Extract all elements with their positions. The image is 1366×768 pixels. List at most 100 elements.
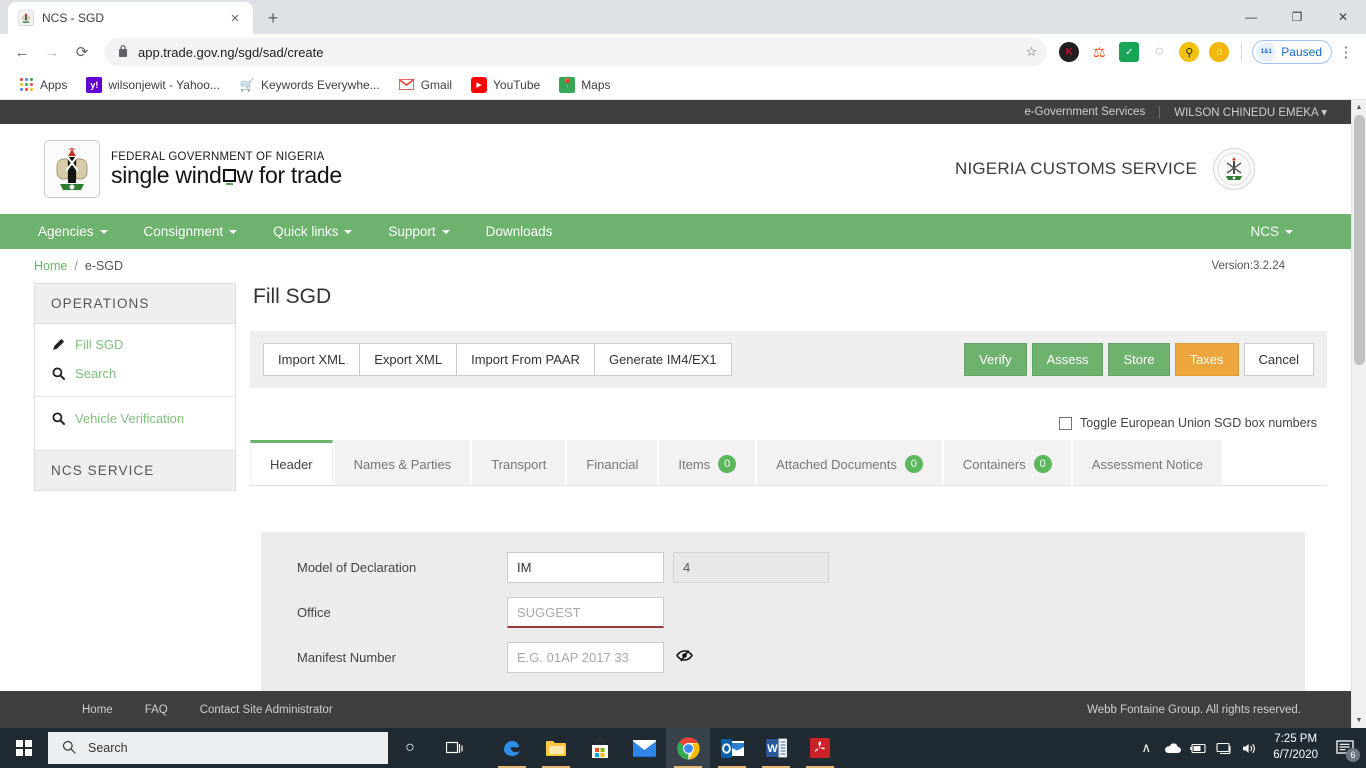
generate-im4-ex1-button[interactable]: Generate IM4/EX1 xyxy=(593,343,732,376)
manifest-number-input[interactable]: E.G. 01AP 2017 33 xyxy=(507,642,664,673)
checkmark-extension-icon[interactable]: ✓ xyxy=(1119,42,1140,62)
logo-line-2-after: w for trade xyxy=(236,161,343,188)
bookmark-yahoo[interactable]: y! wilsonjewit - Yahoo... xyxy=(78,73,228,97)
taskbar-app-microsoft-store[interactable] xyxy=(578,728,622,768)
model-of-declaration-input[interactable]: IM xyxy=(507,552,664,583)
tab-close-icon[interactable]: × xyxy=(227,10,243,27)
site-topbar: e-Government Services WILSON CHINEDU EME… xyxy=(0,100,1351,124)
tab-assessment-notice[interactable]: Assessment Notice xyxy=(1072,440,1222,485)
nav-item-support[interactable]: Support xyxy=(370,224,467,239)
sidebar-item-search[interactable]: Search xyxy=(35,359,235,388)
nav-item-agencies[interactable]: Agencies xyxy=(20,224,126,239)
bookmark-gmail[interactable]: Gmail xyxy=(391,73,460,97)
cortana-icon[interactable]: ○ xyxy=(388,728,432,768)
import-xml-button[interactable]: Import XML xyxy=(263,343,361,376)
store-button[interactable]: Store xyxy=(1108,343,1170,376)
forward-icon[interactable]: → xyxy=(38,38,66,66)
bookmark-apps[interactable]: Apps xyxy=(10,73,75,97)
new-tab-button[interactable]: + xyxy=(259,4,287,32)
tab-items[interactable]: Items 0 xyxy=(659,440,756,485)
onedrive-icon[interactable] xyxy=(1159,728,1185,768)
breadcrumb-current: e-SGD xyxy=(84,259,124,273)
nav-item-ncs[interactable]: NCS xyxy=(1232,224,1331,239)
lighthouse-extension-icon[interactable]: ⚖ xyxy=(1089,42,1110,62)
bookmark-star-icon[interactable]: ☆ xyxy=(1026,44,1038,60)
start-button[interactable] xyxy=(0,728,48,768)
assess-button[interactable]: Assess xyxy=(1031,343,1104,376)
tab-header[interactable]: Header xyxy=(250,440,333,485)
network-icon[interactable] xyxy=(1211,728,1237,768)
taskbar-app-word[interactable]: W xyxy=(754,728,798,768)
footer-links: Home FAQ Contact Site Administrator xyxy=(0,704,333,716)
scrollbar-thumb[interactable] xyxy=(1354,115,1365,365)
chrome-menu-icon[interactable]: ⋮ xyxy=(1334,38,1358,66)
toggle-eu-box-numbers[interactable]: Toggle European Union SGD box numbers xyxy=(1059,416,1317,430)
sidebar-item-vehicle-verification[interactable]: Vehicle Verification xyxy=(35,396,235,440)
close-window-button[interactable]: ✕ xyxy=(1320,0,1366,34)
chevron-down-icon xyxy=(1285,229,1293,234)
notification-badge: 6 xyxy=(1346,748,1360,762)
magnifier-extension-icon[interactable]: ⚲ xyxy=(1179,42,1200,62)
taskbar-app-chrome[interactable] xyxy=(666,728,710,768)
bookmark-keywords-everywhere[interactable]: 🛒 Keywords Everywhe... xyxy=(231,73,388,97)
task-view-icon[interactable] xyxy=(432,728,476,768)
taskbar-app-mail[interactable] xyxy=(622,728,666,768)
profile-paused-chip[interactable]: 1&1 Paused xyxy=(1252,40,1332,64)
verify-button[interactable]: Verify xyxy=(964,343,1027,376)
sidebar-divider xyxy=(35,388,235,396)
cancel-button[interactable]: Cancel xyxy=(1243,343,1314,376)
tab-transport[interactable]: Transport xyxy=(472,440,566,485)
model-of-declaration-type-input: 4 xyxy=(673,552,829,583)
footer-link-faq[interactable]: FAQ xyxy=(145,704,168,716)
volume-icon[interactable] xyxy=(1237,728,1263,768)
user-menu[interactable]: WILSON CHINEDU EMEKA ▾ xyxy=(1174,105,1327,119)
import-from-paar-button[interactable]: Import From PAAR xyxy=(456,343,595,376)
taskbar-clock[interactable]: 7:25 PM 6/7/2020 xyxy=(1263,732,1328,763)
maximize-button[interactable]: ❐ xyxy=(1274,0,1320,34)
taskbar-app-edge[interactable] xyxy=(490,728,534,768)
reload-icon[interactable]: ⟳ xyxy=(68,38,96,66)
battery-icon[interactable] xyxy=(1185,728,1211,768)
tray-expand-chevron-icon[interactable]: ∧ xyxy=(1133,728,1159,768)
bookmark-maps[interactable]: 📍 Maps xyxy=(551,73,618,97)
taskbar-search-box[interactable]: Search xyxy=(48,732,388,764)
address-bar[interactable]: app.trade.gov.ng/sgd/sad/create ☆ xyxy=(104,38,1048,66)
back-icon[interactable]: ← xyxy=(8,38,36,66)
taskbar-app-outlook[interactable] xyxy=(710,728,754,768)
scroll-up-arrow-icon[interactable]: ▲ xyxy=(1352,100,1366,115)
footer-link-home[interactable]: Home xyxy=(82,704,113,716)
taxes-button[interactable]: Taxes xyxy=(1174,343,1239,376)
checkbox[interactable] xyxy=(1059,416,1073,430)
export-xml-button[interactable]: Export XML xyxy=(359,343,458,376)
kaspersky-extension-icon[interactable]: K xyxy=(1059,42,1080,62)
circle-extension-icon[interactable]: ○ xyxy=(1149,42,1170,62)
form-row-office: Office SUGGEST xyxy=(279,597,1287,628)
swift-logo[interactable]: FEDERAL GOVERNMENT OF NIGERIA single win… xyxy=(44,140,342,198)
tab-names-parties[interactable]: Names & Parties xyxy=(334,440,471,485)
nav-item-consignment[interactable]: Consignment xyxy=(126,224,256,239)
tab-containers[interactable]: Containers 0 xyxy=(943,440,1071,485)
home-extension-icon[interactable]: ⌂ xyxy=(1209,42,1230,62)
notification-center-icon[interactable]: 6 xyxy=(1328,728,1362,768)
site-footer: Home FAQ Contact Site Administrator Webb… xyxy=(0,691,1351,728)
footer-link-contact-site-administrator[interactable]: Contact Site Administrator xyxy=(200,704,333,716)
sidebar-item-fill-sgd[interactable]: Fill SGD xyxy=(35,330,235,359)
taskbar-search-placeholder: Search xyxy=(88,741,128,755)
tab-financial[interactable]: Financial xyxy=(567,440,658,485)
web-page: e-Government Services WILSON CHINEDU EME… xyxy=(0,100,1351,728)
office-input[interactable]: SUGGEST xyxy=(507,597,664,628)
nav-item-downloads[interactable]: Downloads xyxy=(468,224,571,239)
taskbar-app-acrobat-reader[interactable] xyxy=(798,728,842,768)
submit-button-group: Verify Assess Store Taxes Cancel xyxy=(964,343,1314,376)
taskbar-app-file-explorer[interactable] xyxy=(534,728,578,768)
eye-slash-icon[interactable] xyxy=(676,649,693,666)
nav-item-quick-links[interactable]: Quick links xyxy=(255,224,370,239)
browser-tab[interactable]: NCS - SGD × xyxy=(8,2,253,34)
minimize-button[interactable]: — xyxy=(1228,0,1274,34)
page-scrollbar[interactable]: ▲ ▼ xyxy=(1351,100,1366,728)
scroll-down-arrow-icon[interactable]: ▼ xyxy=(1352,713,1366,728)
breadcrumb-home[interactable]: Home xyxy=(34,259,67,273)
bookmark-youtube[interactable]: ▶ YouTube xyxy=(463,73,548,97)
tab-attached-documents[interactable]: Attached Documents 0 xyxy=(757,440,942,485)
egov-services-link[interactable]: e-Government Services xyxy=(1024,106,1145,118)
